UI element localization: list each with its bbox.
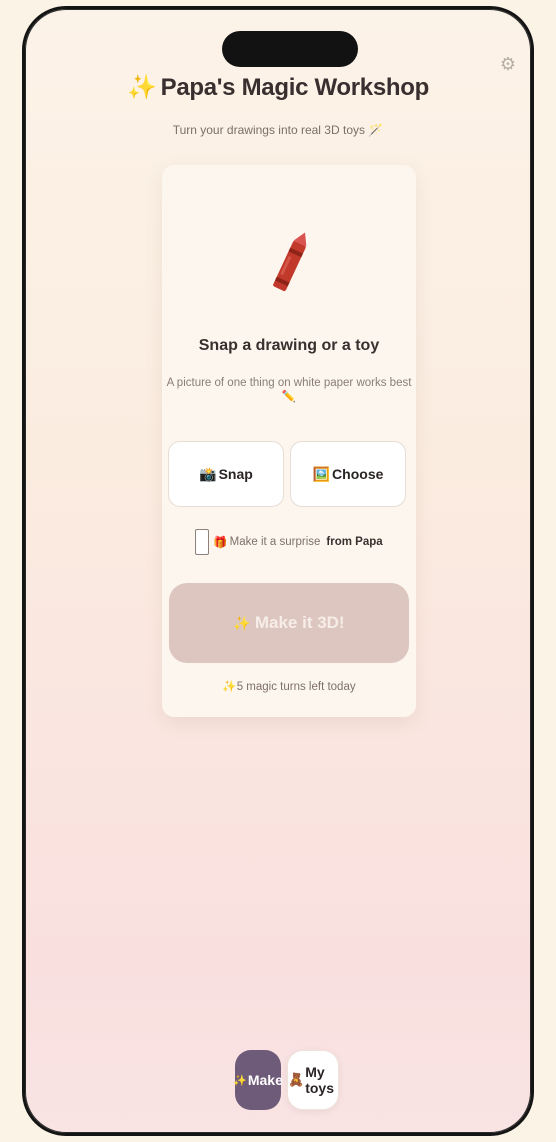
tab-make-label: Make (247, 1072, 283, 1088)
phone-frame: ⚙ ✨ Papa's Magic Workshop Turn your drawi… (22, 6, 534, 1136)
turns-remaining-text: 5 magic turns left today (236, 681, 356, 693)
app-subtitle: Turn your drawings into real 3D toys 🪄 (25, 123, 531, 137)
source-buttons: 📸 Snap 🖼️ Choose (168, 441, 410, 509)
settings-gear-icon[interactable]: ⚙ (499, 55, 517, 73)
crayon-icon (273, 232, 307, 292)
card-heading: Snap a drawing or a toy (198, 337, 380, 354)
make-3d-button[interactable]: ✨ Make it 3D! (169, 583, 409, 663)
snap-button[interactable]: 📸 Snap (168, 441, 284, 507)
card-hint-text: A picture of one thing on white paper wo… (166, 377, 412, 389)
pencil-icon: ✏️ (281, 391, 297, 403)
surprise-from-label: from Papa (326, 536, 383, 548)
make-3d-label: Make it 3D! (254, 613, 345, 632)
snap-label: Snap (218, 466, 253, 482)
tab-my-toys-label: My toys (305, 1064, 334, 1096)
upload-card: Snap a drawing or a toy A picture of one… (162, 165, 416, 717)
gift-icon: 🎁 (213, 537, 228, 549)
sparkles-icon: ✨ (222, 681, 237, 693)
sparkles-icon: ✨ (233, 1074, 247, 1087)
bottom-tab-bar: ✨ Make 🧸 My toys (233, 1049, 345, 1111)
surprise-label: Make it a surprise (229, 536, 321, 548)
choose-button[interactable]: 🖼️ Choose (290, 441, 406, 507)
page: ⚙ ✨ Papa's Magic Workshop Turn your drawi… (0, 0, 556, 1142)
magic-wand-icon: 🪄 (368, 123, 384, 137)
choose-label: Choose (332, 466, 384, 482)
sparkles-icon: ✨ (127, 74, 157, 101)
sparkles-icon: ✨ (233, 614, 251, 631)
app-title: ✨ Papa's Magic Workshop (25, 73, 531, 102)
tab-my-toys[interactable]: 🧸 My toys (287, 1050, 339, 1110)
camera-icon: 📸 (199, 465, 217, 482)
turns-remaining: ✨5 magic turns left today (162, 679, 416, 693)
dynamic-island (222, 31, 358, 67)
surprise-option: 🎁 Make it a surprise from Papa (162, 529, 416, 555)
surprise-checkbox[interactable] (195, 529, 210, 555)
app-title-text: Papa's Magic Workshop (160, 74, 430, 101)
card-hint: A picture of one thing on white paper wo… (162, 377, 416, 403)
picture-icon: 🖼️ (312, 465, 331, 482)
app-subtitle-text: Turn your drawings into real 3D toys (172, 123, 365, 137)
tab-make[interactable]: ✨ Make (233, 1050, 283, 1110)
teddy-bear-icon: 🧸 (288, 1072, 305, 1087)
